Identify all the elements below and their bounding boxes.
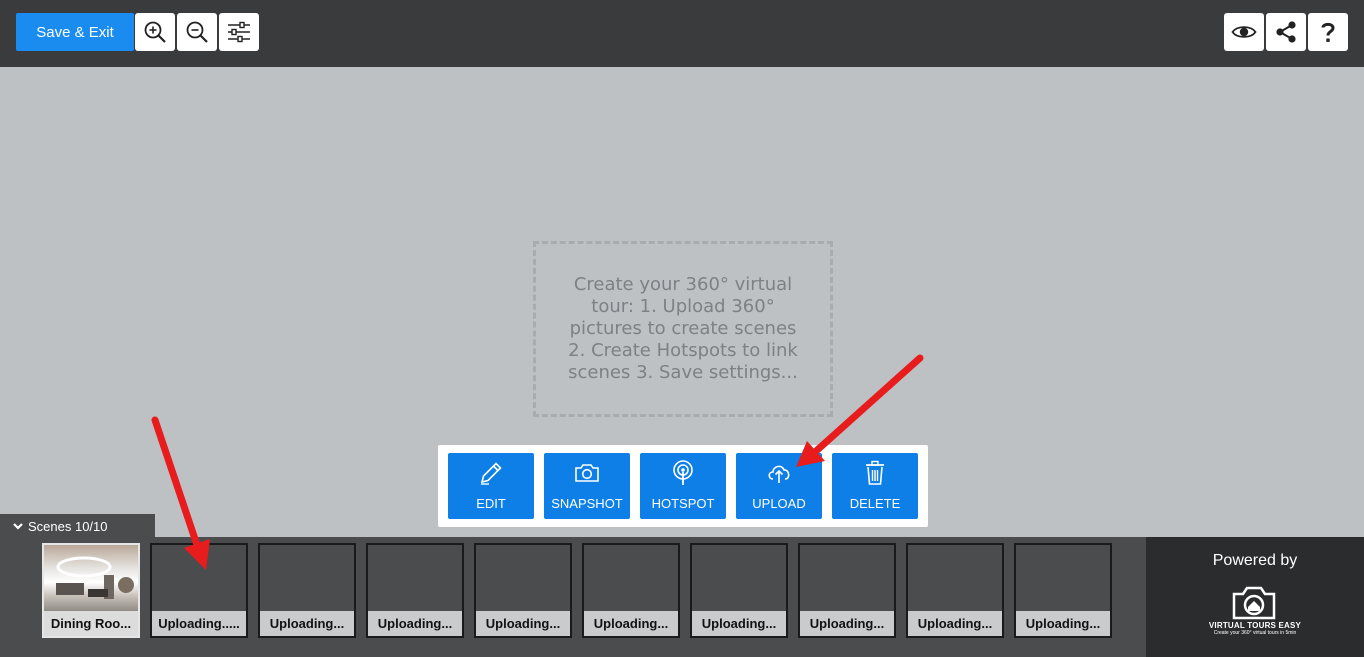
share-icon: [1276, 21, 1296, 43]
scene-thumbnail[interactable]: Uploading...: [582, 543, 680, 638]
scene-thumbnail[interactable]: Uploading.....: [150, 543, 248, 638]
scene-caption: Uploading.....: [152, 611, 246, 636]
scene-caption: Uploading...: [1016, 611, 1110, 636]
scene-thumbnail[interactable]: Uploading...: [366, 543, 464, 638]
edit-label: EDIT: [476, 496, 506, 511]
upload-button[interactable]: UPLOAD: [736, 453, 822, 519]
virtual-tours-easy-logo[interactable]: [1229, 582, 1279, 622]
empty-canvas-instructions: Create your 360° virtual tour: 1. Upload…: [533, 241, 833, 417]
scene-caption: Uploading...: [908, 611, 1002, 636]
powered-by-panel: Powered by VIRTUAL TOURS EASY Create you…: [1146, 537, 1364, 657]
camera-icon: [575, 464, 599, 482]
help-icon: [1321, 22, 1335, 42]
zoom-in-icon: [144, 21, 166, 43]
scene-caption: Uploading...: [476, 611, 570, 636]
eye-icon: [1231, 26, 1257, 38]
pencil-icon: [480, 462, 502, 485]
scene-caption: Uploading...: [692, 611, 786, 636]
powered-by-label: Powered by: [1212, 552, 1298, 569]
edit-button[interactable]: EDIT: [448, 453, 534, 519]
save-exit-button[interactable]: Save & Exit: [16, 13, 134, 51]
settings-sliders-icon: [228, 21, 250, 43]
zoom-out-button[interactable]: [177, 13, 217, 51]
snapshot-button[interactable]: SNAPSHOT: [544, 453, 630, 519]
cloud-upload-icon: [768, 465, 790, 483]
brand-name: VIRTUAL TOURS EASY: [1208, 621, 1302, 630]
scene-thumbnail[interactable]: Uploading...: [474, 543, 572, 638]
share-button[interactable]: [1266, 13, 1306, 51]
scene-caption: Dining Roo...: [44, 611, 138, 636]
scene-thumbnail[interactable]: Uploading...: [798, 543, 896, 638]
hotspot-label: HOTSPOT: [651, 496, 715, 511]
scene-thumbnail[interactable]: Uploading...: [1014, 543, 1112, 638]
scene-caption: Uploading...: [800, 611, 894, 636]
scene-preview-image: [44, 545, 138, 613]
settings-button[interactable]: [219, 13, 259, 51]
top-toolbar: Save & Exit: [0, 0, 1364, 67]
hotspot-icon: [673, 460, 693, 485]
upload-label: UPLOAD: [752, 496, 806, 511]
brand-tagline: Create your 360° virtual tours in 5min: [1213, 630, 1297, 636]
scenes-count-label: Scenes 10/10: [28, 518, 108, 534]
scene-caption: Uploading...: [584, 611, 678, 636]
scene-thumbnail-strip: Dining Roo... Uploading..... Uploading..…: [0, 537, 1146, 657]
scene-thumbnail[interactable]: Uploading...: [906, 543, 1004, 638]
scenes-toggle-tab[interactable]: Scenes 10/10: [0, 514, 155, 538]
zoom-in-button[interactable]: [135, 13, 175, 51]
delete-label: DELETE: [849, 496, 901, 511]
scene-thumbnail[interactable]: Dining Roo...: [42, 543, 140, 638]
scene-caption: Uploading...: [260, 611, 354, 636]
preview-button[interactable]: [1224, 13, 1264, 51]
zoom-out-icon: [186, 21, 208, 43]
delete-button[interactable]: DELETE: [832, 453, 918, 519]
trash-icon: [866, 460, 884, 485]
scene-thumbnail[interactable]: Uploading...: [690, 543, 788, 638]
scene-caption: Uploading...: [368, 611, 462, 636]
chevron-down-icon: [13, 523, 23, 530]
hotspot-button[interactable]: HOTSPOT: [640, 453, 726, 519]
help-button[interactable]: [1308, 13, 1348, 51]
snapshot-label: SNAPSHOT: [551, 496, 623, 511]
scene-thumbnail[interactable]: Uploading...: [258, 543, 356, 638]
scene-action-toolbar: EDIT SNAPSHOT HOTSPOT UPLOAD DELETE: [438, 445, 928, 527]
instruction-text: Create your 360° virtual tour: 1. Upload…: [568, 274, 798, 383]
